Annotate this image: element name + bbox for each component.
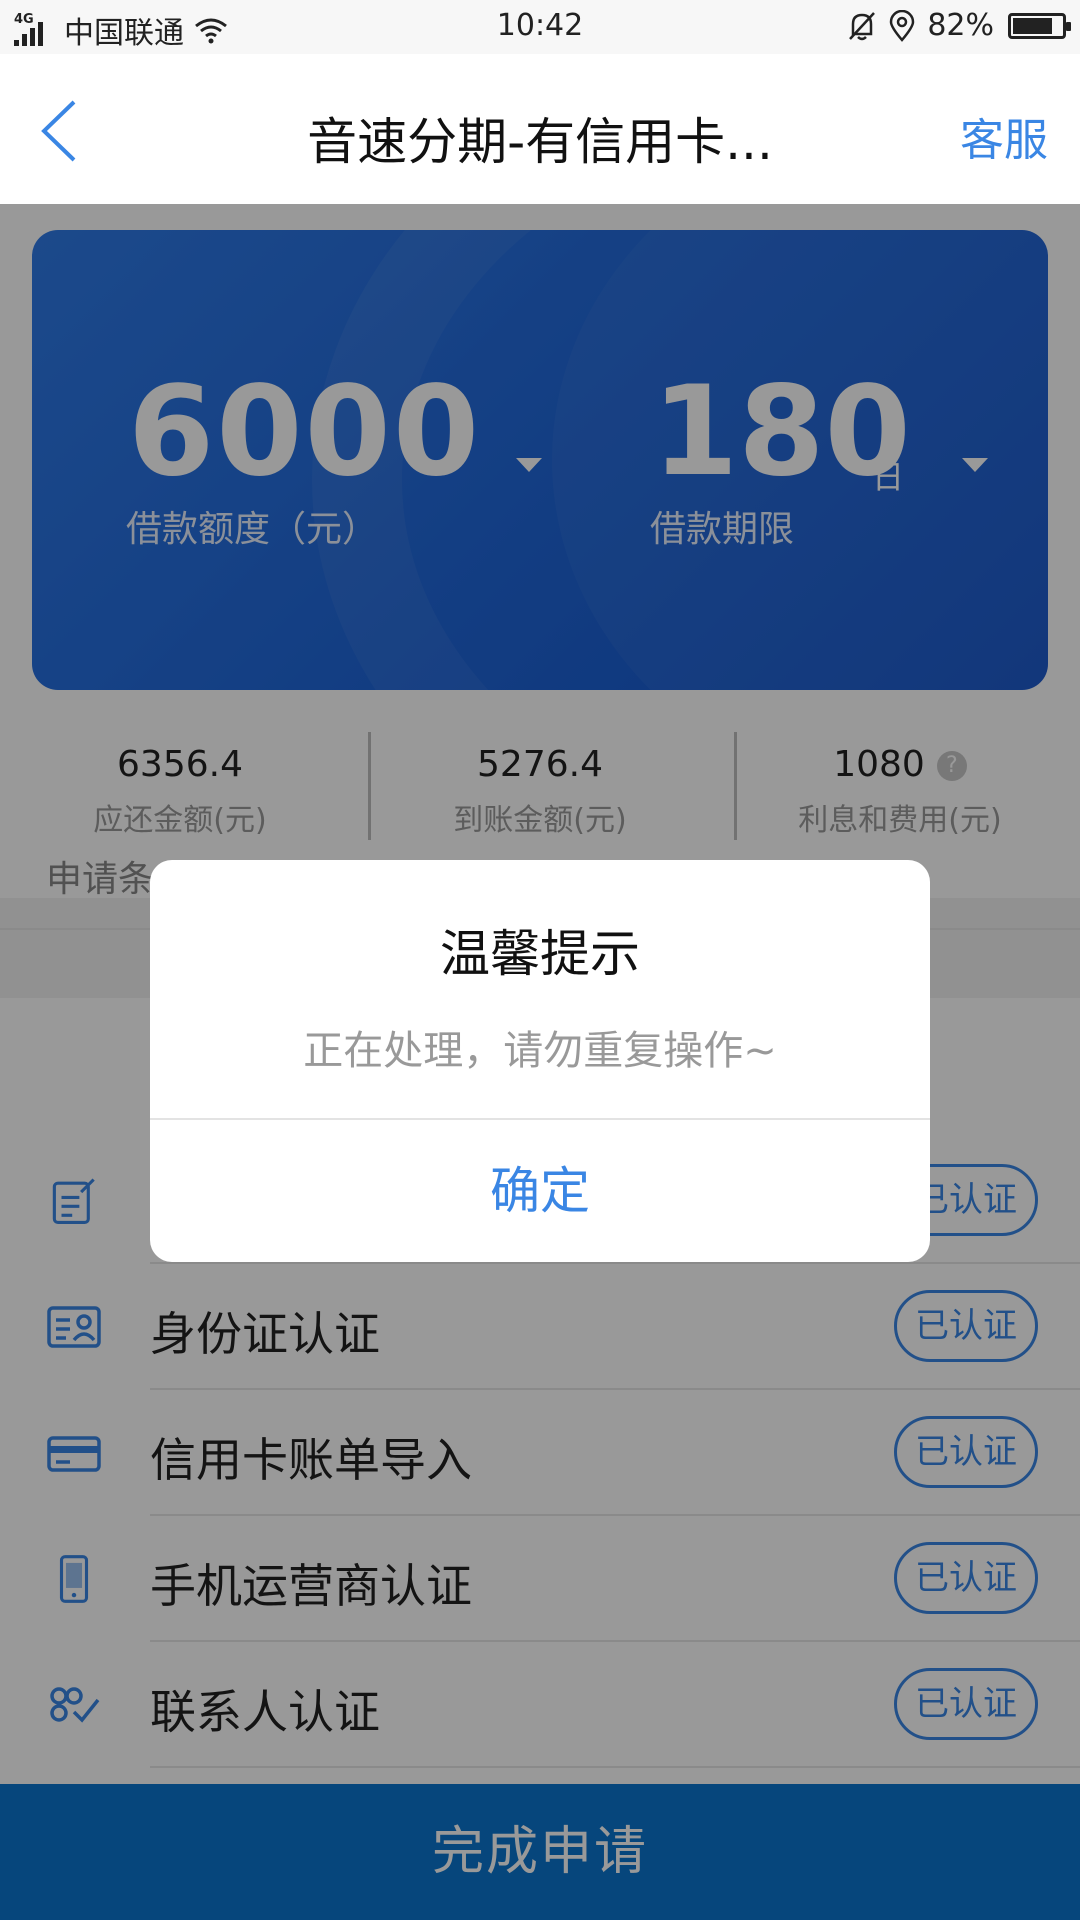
battery-fill — [1013, 17, 1052, 34]
dialog-confirm-button[interactable]: 确定 — [150, 1120, 930, 1262]
dialog-message: 正在处理，请勿重复操作~ — [303, 1028, 777, 1074]
alert-dialog: 温馨提示 正在处理，请勿重复操作~ 确定 — [150, 860, 930, 1262]
dialog-title: 温馨提示 — [440, 925, 640, 983]
status-right: 82% — [847, 8, 1071, 43]
page-title: 音速分期-有信用卡... — [307, 113, 773, 171]
nav-bar: 音速分期-有信用卡... 客服 — [0, 54, 1080, 204]
battery-percent: 82% — [927, 8, 994, 43]
mute-bell-icon — [849, 11, 876, 40]
location-icon — [890, 9, 915, 42]
status-bar: 4G 中国联通 10:42 82% — [0, 0, 1080, 54]
battery-icon — [1008, 12, 1071, 39]
customer-service-link[interactable]: 客服 — [960, 104, 1048, 168]
